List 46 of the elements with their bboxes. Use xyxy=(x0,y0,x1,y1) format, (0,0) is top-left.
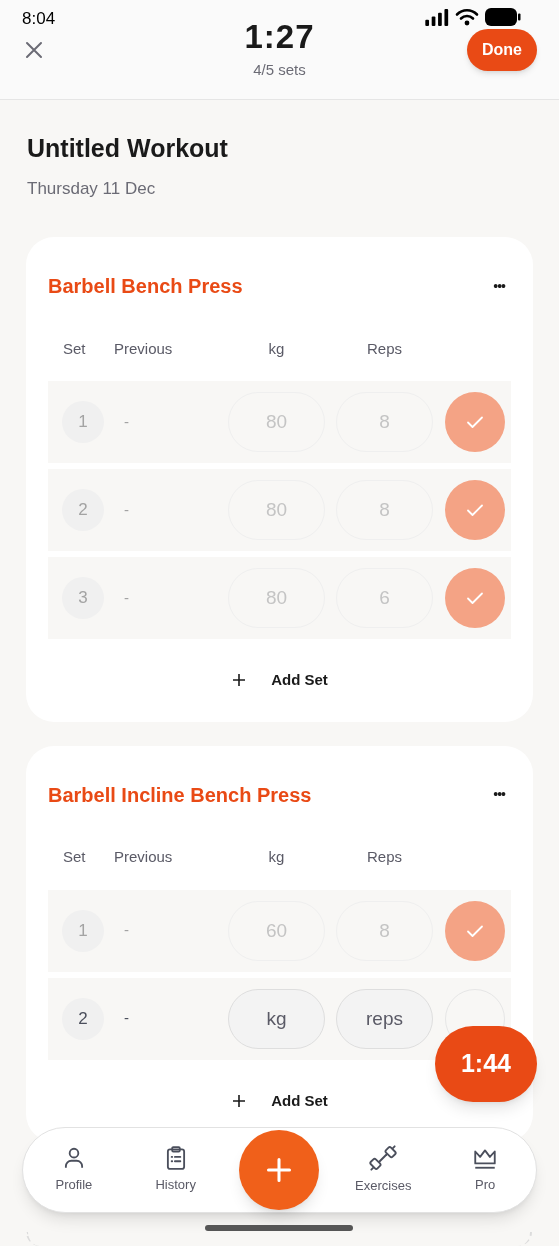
complete-checkbox[interactable] xyxy=(445,568,505,628)
more-button[interactable]: ••• xyxy=(491,784,507,805)
complete-checkbox[interactable] xyxy=(445,392,505,452)
previous-value: - xyxy=(123,499,130,520)
wifi-icon xyxy=(455,8,479,26)
set-number: 1 xyxy=(62,401,104,443)
dumbbell-icon xyxy=(369,1144,398,1173)
plus-icon xyxy=(231,1092,248,1109)
done-button[interactable]: Done xyxy=(467,29,537,71)
battery-icon xyxy=(485,8,521,26)
status-time: 8:04 xyxy=(22,8,56,30)
column-header: Reps xyxy=(366,847,403,868)
input-field[interactable]: reps xyxy=(336,988,433,1049)
complete-checkbox[interactable] xyxy=(445,480,505,540)
plus-icon xyxy=(231,672,248,689)
nav-tab[interactable]: History xyxy=(124,1145,227,1195)
previous-value: - xyxy=(123,411,130,432)
previous-value: - xyxy=(123,587,130,608)
workout-date: Thursday 11 Dec xyxy=(27,177,157,200)
plus-icon xyxy=(265,1156,293,1184)
add-set-button[interactable]: Add Set xyxy=(231,1089,328,1112)
nav-tab[interactable]: Exercises xyxy=(332,1144,435,1196)
sets-count: 4/5 sets xyxy=(253,60,306,80)
column-header: Previous xyxy=(114,338,174,359)
more-button[interactable]: ••• xyxy=(491,275,507,297)
previous-value: - xyxy=(123,1008,130,1029)
nav-tab[interactable]: Pro xyxy=(434,1145,536,1195)
add-set-button[interactable]: Add Set xyxy=(231,669,328,692)
set-number: 2 xyxy=(62,489,104,531)
input-field[interactable]: kg xyxy=(228,988,325,1049)
workout-timer: 1:27 xyxy=(244,17,315,57)
set-number: 3 xyxy=(62,577,104,619)
set-number: 1 xyxy=(62,909,104,952)
exercise-name[interactable]: Barbell Bench Press xyxy=(48,271,243,301)
workout-title: Untitled Workout xyxy=(27,133,229,164)
nav-tab[interactable]: Profile xyxy=(23,1145,125,1195)
exercise-name[interactable]: Barbell Incline Bench Press xyxy=(48,779,312,810)
set-number: 2 xyxy=(62,997,104,1040)
column-header: Previous xyxy=(114,847,174,868)
column-header: kg xyxy=(267,338,286,359)
column-header: Set xyxy=(62,338,87,359)
column-header: Reps xyxy=(366,338,403,359)
previous-value: - xyxy=(123,920,130,941)
column-header: kg xyxy=(267,847,286,868)
signal-icon xyxy=(425,8,449,26)
column-header: Set xyxy=(62,847,87,868)
